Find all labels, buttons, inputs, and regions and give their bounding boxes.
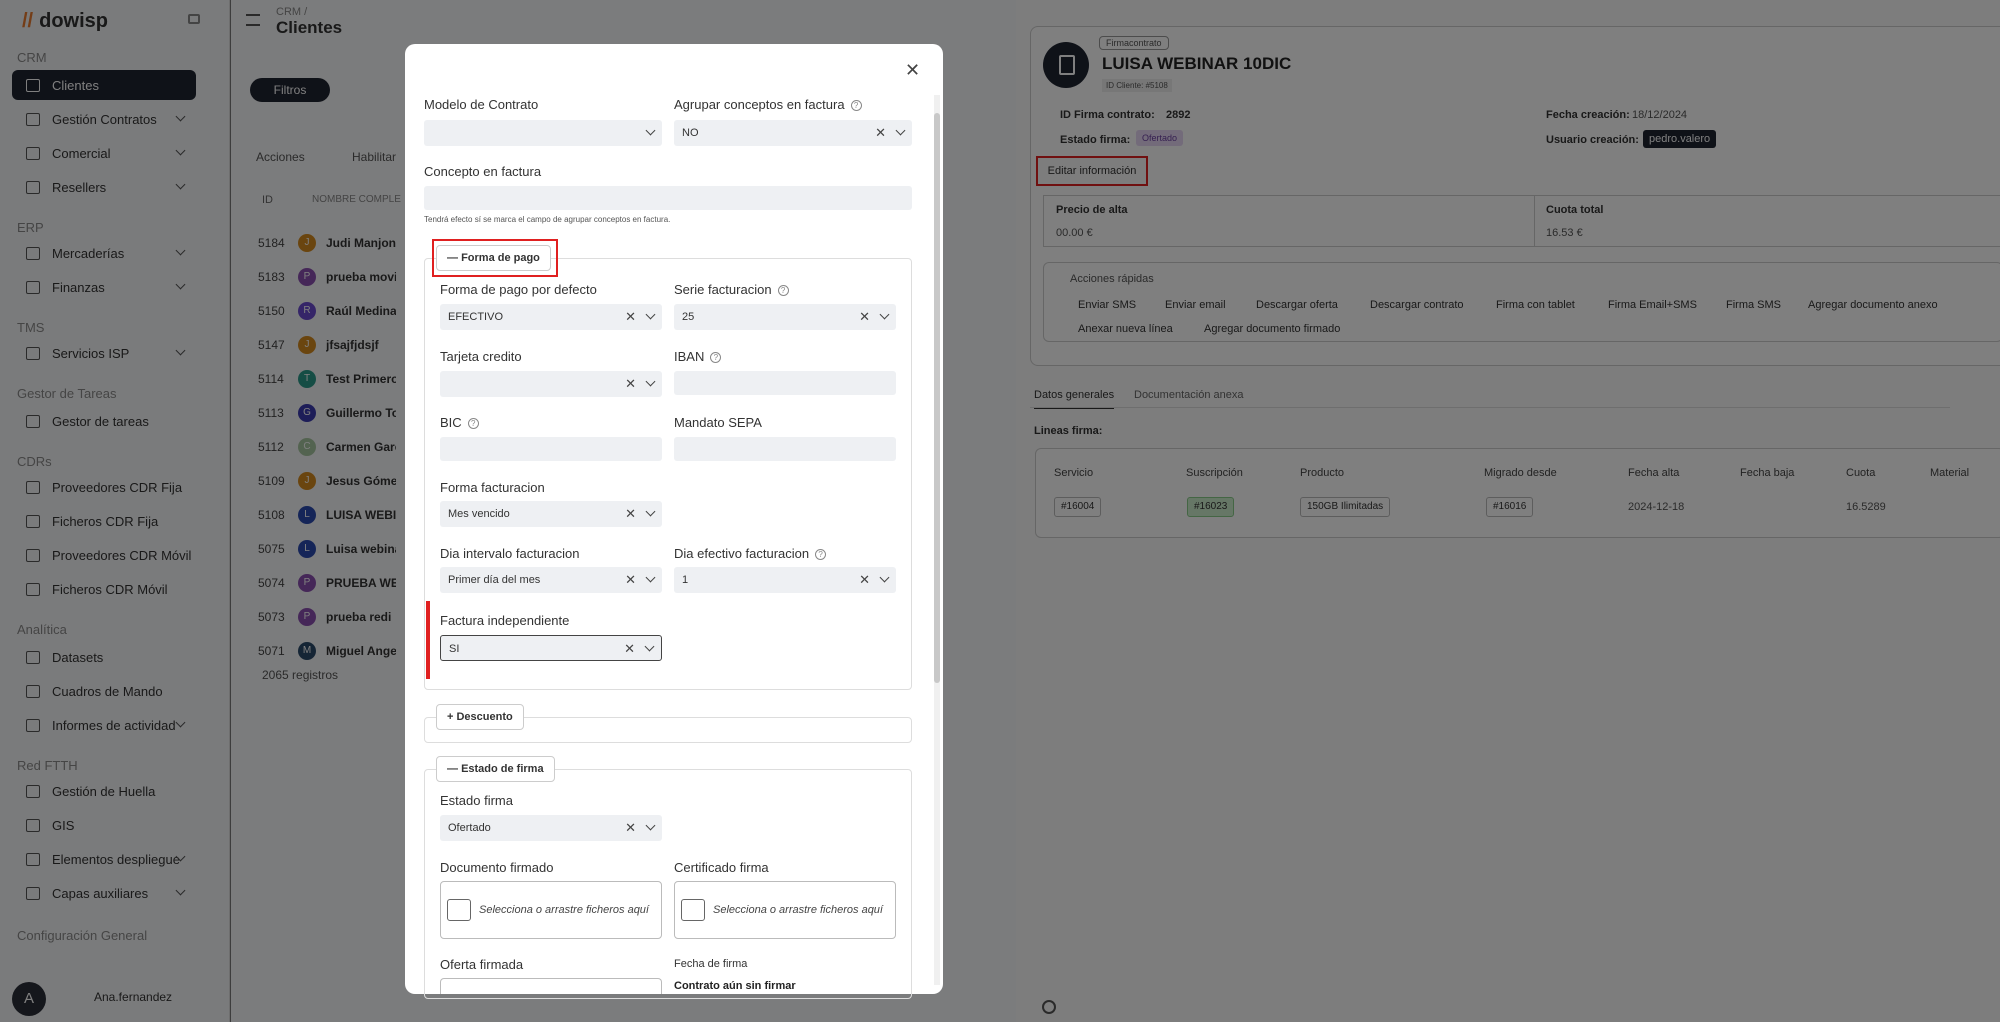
clear-icon[interactable]: ✕ [624,636,635,662]
upload-icon [681,899,705,921]
chevron-down-icon [645,572,656,583]
estado-firma-toggle[interactable]: — Estado de firma [436,756,555,782]
serie-label: Serie facturacion? [674,282,789,297]
concepto-label: Concepto en factura [424,164,542,179]
modelo-label: Modelo de Contrato [424,97,539,112]
clear-icon[interactable]: ✕ [625,371,636,397]
clear-icon[interactable]: ✕ [625,815,636,841]
iban-input[interactable] [674,371,896,395]
doc-firmado-upload[interactable]: Selecciona o arrastre ficheros aquí [440,881,662,939]
chevron-down-icon [895,125,906,136]
iban-label: IBAN? [674,349,722,364]
forma-pago-label: Forma de pago por defecto [440,282,597,297]
concepto-hint: Tendrá efecto sí se marca el campo de ag… [424,215,671,224]
tarjeta-label: Tarjeta credito [440,349,522,364]
help-icon[interactable]: ? [710,352,722,364]
mandato-input[interactable] [674,437,896,461]
forma-fact-label: Forma facturacion [440,480,545,495]
fecha-firma-value: Contrato aún sin firmar [674,980,796,992]
fecha-firma-label: Fecha de firma [674,958,748,970]
forma-fact-select[interactable]: Mes vencido ✕ [440,501,662,527]
agrupar-label: Agrupar conceptos en factura? [674,97,862,112]
tarjeta-select[interactable]: ✕ [440,371,662,397]
dia-int-select[interactable]: Primer día del mes ✕ [440,567,662,593]
fact-ind-select[interactable]: SI ✕ [440,635,662,661]
dia-ef-label: Dia efectivo facturacion? [674,546,827,561]
help-icon[interactable]: ? [815,549,827,561]
bic-label: BIC? [440,415,479,430]
dia-int-label: Dia intervalo facturacion [440,546,580,561]
clear-icon[interactable]: ✕ [625,567,636,593]
chevron-down-icon [645,376,656,387]
highlight-forma-pago [432,239,558,277]
upload-icon [447,899,471,921]
fact-ind-label: Factura independiente [440,613,570,628]
clear-icon[interactable]: ✕ [859,304,870,330]
chevron-down-icon [644,641,655,652]
modelo-select[interactable] [424,120,662,146]
dia-ef-select[interactable]: 1 ✕ [674,567,896,593]
clear-icon[interactable]: ✕ [625,304,636,330]
clear-icon[interactable]: ✕ [859,567,870,593]
help-icon[interactable]: ? [467,418,479,430]
doc-firmado-label: Documento firmado [440,860,554,875]
modal-scrollbar[interactable] [934,95,940,985]
clear-icon[interactable]: ✕ [625,501,636,527]
clear-icon[interactable]: ✕ [875,120,886,146]
agrupar-select[interactable]: NO ✕ [674,120,912,146]
modal-backdrop[interactable] [0,0,2000,1022]
chevron-down-icon [645,309,656,320]
chevron-down-icon [645,125,656,136]
descuento-toggle[interactable]: + Descuento [436,704,524,730]
help-icon[interactable]: ? [777,285,789,297]
close-icon[interactable]: ✕ [905,60,920,81]
estado-label: Estado firma [440,793,513,808]
chevron-down-icon [879,572,890,583]
cert-label: Certificado firma [674,860,769,875]
help-icon[interactable]: ? [850,100,862,112]
mandato-label: Mandato SEPA [674,415,762,430]
forma-pago-select[interactable]: EFECTIVO ✕ [440,304,662,330]
bic-input[interactable] [440,437,662,461]
oferta-label: Oferta firmada [440,957,524,972]
oferta-upload[interactable] [440,978,662,994]
concepto-input[interactable] [424,186,912,210]
chevron-down-icon [645,820,656,831]
chevron-down-icon [879,309,890,320]
highlight-factura-independiente [426,601,430,679]
estado-select[interactable]: Ofertado ✕ [440,815,662,841]
minus-icon: — [447,763,462,775]
serie-select[interactable]: 25 ✕ [674,304,896,330]
chevron-down-icon [645,506,656,517]
scrollbar-thumb[interactable] [934,113,940,683]
cert-upload[interactable]: Selecciona o arrastre ficheros aquí [674,881,896,939]
